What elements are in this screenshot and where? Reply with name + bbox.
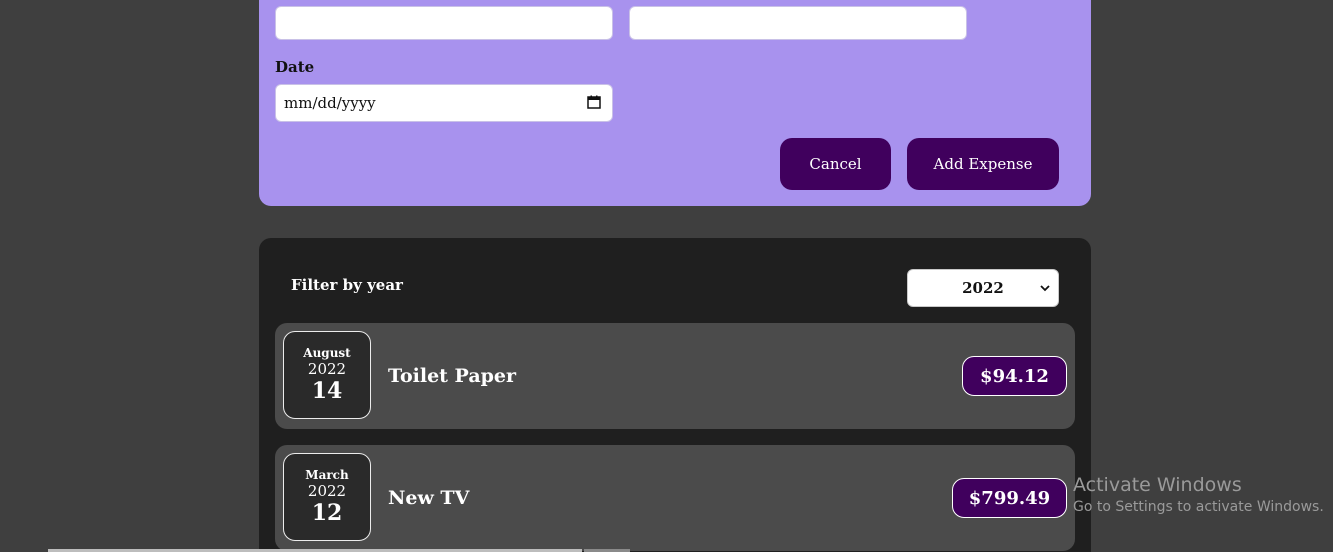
year-filter-value: 2022	[962, 279, 1004, 297]
activation-watermark-subtitle: Go to Settings to activate Windows.	[1073, 499, 1324, 515]
expense-item[interactable]: March 2022 12 New TV $799.49	[275, 445, 1075, 551]
expense-date: August 2022 14	[283, 331, 371, 419]
year-filter-select[interactable]: 2022	[907, 269, 1059, 307]
expense-item[interactable]: August 2022 14 Toilet Paper $94.12	[275, 323, 1075, 429]
page: Date mm/dd/yyyy Cancel Add Expense Filte…	[0, 0, 1333, 552]
expense-date-day: 12	[311, 500, 343, 526]
chevron-down-icon	[1040, 285, 1050, 292]
title-input[interactable]	[275, 6, 613, 40]
add-expense-button[interactable]: Add Expense	[907, 138, 1059, 190]
expense-amount: $799.49	[952, 478, 1067, 518]
expense-date-month: March	[305, 468, 349, 482]
expense-title: Toilet Paper	[388, 365, 517, 387]
filter-label: Filter by year	[291, 276, 403, 294]
expense-date-month: August	[303, 346, 351, 360]
date-input[interactable]: mm/dd/yyyy	[275, 84, 613, 122]
expenses-card: Filter by year 2022 August 2022 14 Toile…	[259, 238, 1091, 552]
expense-date-day: 14	[311, 378, 343, 404]
expense-amount: $94.12	[962, 356, 1067, 396]
activation-watermark-title: Activate Windows	[1073, 474, 1242, 496]
cancel-button[interactable]: Cancel	[780, 138, 891, 190]
date-input-placeholder: mm/dd/yyyy	[284, 94, 376, 112]
amount-input[interactable]	[629, 6, 967, 40]
expense-date-year: 2022	[307, 360, 347, 378]
new-expense-form: Date mm/dd/yyyy Cancel Add Expense	[259, 0, 1091, 206]
expense-date-year: 2022	[307, 482, 347, 500]
expense-date: March 2022 12	[283, 453, 371, 541]
expense-title: New TV	[388, 487, 470, 509]
date-label: Date	[275, 58, 315, 76]
calendar-icon[interactable]	[587, 95, 601, 109]
